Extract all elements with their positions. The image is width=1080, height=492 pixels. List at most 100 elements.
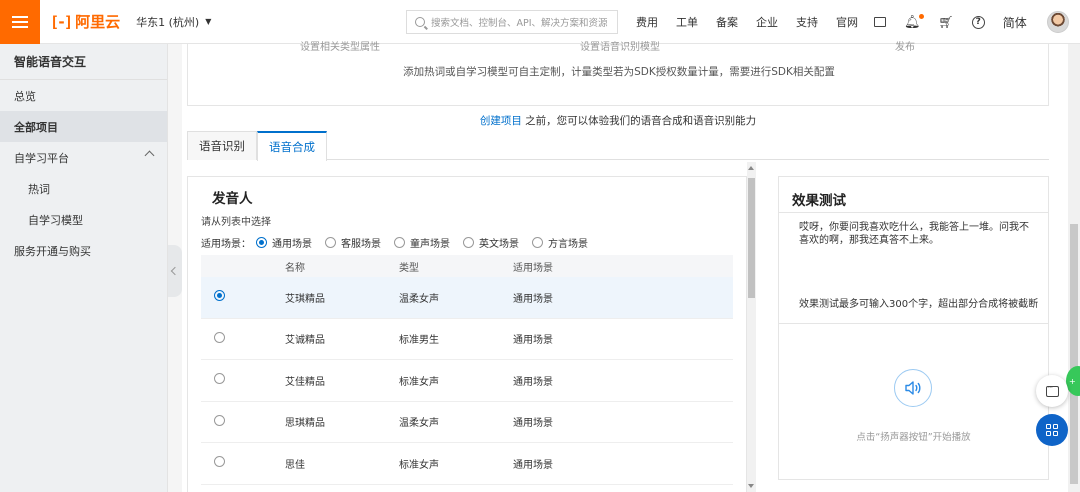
terminal-icon[interactable] bbox=[874, 17, 886, 27]
aliyun-logo[interactable]: [-] 阿里云 bbox=[50, 11, 120, 32]
row-radio[interactable] bbox=[214, 331, 225, 343]
row-radio[interactable] bbox=[214, 373, 225, 385]
floating-apps-button[interactable] bbox=[1036, 414, 1068, 446]
notification-dot bbox=[918, 13, 924, 19]
nav-link-tickets[interactable]: 工单 bbox=[676, 14, 698, 30]
scene-option-general[interactable]: 通用场景 bbox=[256, 235, 312, 250]
search-placeholder: 搜索文档、控制台、API、解决方案和资源 bbox=[431, 18, 608, 29]
scene-filter-label: 适用场景： bbox=[201, 239, 251, 250]
table-row[interactable]: 思琪精品 温柔女声 通用场景 bbox=[201, 402, 733, 443]
page-scrollbar[interactable] bbox=[1068, 44, 1080, 492]
table-row[interactable]: 思佳 标准女声 通用场景 bbox=[201, 443, 733, 485]
scroll-up-icon[interactable] bbox=[748, 166, 754, 170]
voice-scene: 通用场景 bbox=[513, 418, 553, 430]
divider bbox=[779, 323, 1048, 324]
top-links: 费用 工单 备案 企业 支持 官网 bbox=[636, 0, 876, 44]
sidebar-item-hot-words[interactable]: 热词 bbox=[0, 173, 167, 204]
row-radio[interactable] bbox=[214, 290, 225, 302]
voice-type: 温柔女声 bbox=[399, 293, 439, 305]
option-label: 通用场景 bbox=[272, 239, 312, 250]
nav-link-enterprise[interactable]: 企业 bbox=[756, 14, 778, 30]
sidebar-item-custom-model[interactable]: 自学习模型 bbox=[0, 204, 167, 235]
chevron-up-icon[interactable] bbox=[144, 150, 155, 161]
voice-scene: 通用场景 bbox=[513, 293, 553, 305]
table-row[interactable]: 艾佳精品 标准女声 通用场景 bbox=[201, 360, 733, 402]
input-limit-note: 效果测试最多可输入300个字，超出部分合成将被截断 bbox=[799, 299, 1039, 310]
radio-icon bbox=[463, 237, 474, 248]
scroll-down-icon[interactable] bbox=[748, 484, 754, 488]
voice-name: 艾诚精品 bbox=[285, 335, 325, 347]
top-navigation-bar: [-] 阿里云 华东1 (杭州) ▼ 搜索文档、控制台、API、解决方案和资源 … bbox=[0, 0, 1080, 44]
help-icon[interactable]: ? bbox=[971, 15, 985, 29]
table-row[interactable]: 艾琪精品 温柔女声 通用场景 bbox=[201, 277, 733, 319]
speaker-play-button[interactable] bbox=[894, 369, 932, 407]
voice-name: 艾琪精品 bbox=[285, 293, 325, 305]
language-switch[interactable]: 简体 bbox=[1003, 14, 1027, 31]
scroll-thumb[interactable] bbox=[748, 178, 755, 298]
scene-option-english[interactable]: 英文场景 bbox=[463, 235, 519, 250]
nav-link-website[interactable]: 官网 bbox=[836, 14, 858, 30]
sidebar-item-purchase[interactable]: 服务开通与购买 bbox=[0, 235, 167, 266]
option-label: 方言场景 bbox=[548, 239, 588, 250]
sidebar-item-all-projects[interactable]: 全部项目 bbox=[0, 111, 167, 142]
voice-scene: 通用场景 bbox=[513, 335, 553, 347]
caret-down-icon: ▼ bbox=[205, 17, 212, 26]
sidebar-collapse-handle[interactable] bbox=[168, 245, 182, 297]
banner-step-text: 设置语音识别模型 bbox=[580, 42, 660, 53]
radio-icon bbox=[256, 237, 267, 248]
global-search-input[interactable]: 搜索文档、控制台、API、解决方案和资源 bbox=[406, 10, 618, 34]
hamburger-menu-button[interactable] bbox=[0, 0, 40, 44]
voice-scene: 通用场景 bbox=[513, 459, 553, 471]
scene-option-service[interactable]: 客服场景 bbox=[325, 235, 381, 250]
page-scroll-thumb[interactable] bbox=[1070, 224, 1078, 484]
voice-type: 标准男生 bbox=[399, 335, 439, 347]
hint-text: 之前，您可以体验我们的语音合成和语音识别能力 bbox=[525, 115, 757, 127]
scene-option-child[interactable]: 童声场景 bbox=[394, 235, 450, 250]
search-icon bbox=[415, 17, 425, 27]
column-header-scene: 适用场景 bbox=[513, 262, 553, 274]
voice-type: 温柔女声 bbox=[399, 418, 439, 430]
nav-link-icp[interactable]: 备案 bbox=[716, 14, 738, 30]
nav-link-billing[interactable]: 费用 bbox=[636, 14, 658, 30]
main-content: 设置相关类型属性 设置语音识别模型 发布 添加热词或自学习模型可自主定制，计量类… bbox=[182, 42, 1080, 492]
sidebar-item-self-learning[interactable]: 自学习平台 bbox=[0, 142, 167, 173]
voice-scene: 通用场景 bbox=[513, 376, 553, 388]
chat-icon bbox=[1045, 383, 1059, 397]
column-header-type: 类型 bbox=[399, 262, 419, 274]
voice-type: 标准女声 bbox=[399, 376, 439, 388]
tab-speech-recognition[interactable]: 语音识别 bbox=[187, 131, 257, 160]
voice-type: 标准女声 bbox=[399, 459, 439, 471]
sidebar-item-label: 自学习平台 bbox=[14, 151, 69, 165]
experience-hint: 创建项目 之前，您可以体验我们的语音合成和语音识别能力 bbox=[182, 113, 1054, 128]
cart-icon[interactable]: 🛒︎ bbox=[939, 15, 954, 29]
radio-icon bbox=[325, 237, 336, 248]
option-label: 客服场景 bbox=[341, 239, 381, 250]
voice-name: 艾佳精品 bbox=[285, 376, 325, 388]
workflow-banner: 设置相关类型属性 设置语音识别模型 发布 添加热词或自学习模型可自主定制，计量类… bbox=[187, 42, 1049, 106]
sidebar: 智能语音交互 总览 全部项目 自学习平台 热词 自学习模型 服务开通与购买 bbox=[0, 44, 168, 492]
row-radio[interactable] bbox=[214, 414, 225, 426]
effect-test-panel: 效果测试 哎呀，你要问我喜欢吃什么，我能答上一堆。问我不喜欢的啊，那我还真答不上… bbox=[778, 176, 1049, 480]
play-tip: 点击“扬声器按钮”开始播放 bbox=[856, 432, 971, 443]
voice-name: 思琪精品 bbox=[285, 418, 325, 430]
option-label: 英文场景 bbox=[479, 239, 519, 250]
tab-speech-synthesis[interactable]: 语音合成 bbox=[257, 131, 327, 161]
row-radio[interactable] bbox=[214, 456, 225, 468]
banner-note: 添加热词或自学习模型可自主定制，计量类型若为SDK授权数量计量，需要进行SDK相… bbox=[403, 66, 835, 78]
region-label: 华东1 (杭州) bbox=[136, 15, 200, 29]
test-text-input[interactable]: 哎呀，你要问我喜欢吃什么，我能答上一堆。问我不喜欢的啊，那我还真答不上来。 bbox=[799, 221, 1031, 247]
floating-chat-button[interactable] bbox=[1036, 375, 1068, 407]
logo-bracket-icon: [-] bbox=[50, 12, 73, 31]
radio-icon bbox=[394, 237, 405, 248]
notification-bell-icon[interactable]: 🔔︎ bbox=[904, 13, 924, 30]
table-row[interactable]: 艾诚精品 标准男生 通用场景 bbox=[201, 319, 733, 360]
service-tabs: 语音识别 语音合成 bbox=[187, 131, 1049, 161]
region-selector[interactable]: 华东1 (杭州) ▼ bbox=[136, 14, 211, 30]
nav-link-support[interactable]: 支持 bbox=[796, 14, 818, 30]
user-avatar[interactable] bbox=[1047, 11, 1069, 33]
create-project-link[interactable]: 创建项目 bbox=[480, 115, 522, 127]
sidebar-item-overview[interactable]: 总览 bbox=[0, 80, 167, 111]
column-header-name: 名称 bbox=[285, 262, 305, 274]
scene-option-dialect[interactable]: 方言场景 bbox=[532, 235, 588, 250]
voice-list-scrollbar[interactable] bbox=[747, 162, 756, 492]
